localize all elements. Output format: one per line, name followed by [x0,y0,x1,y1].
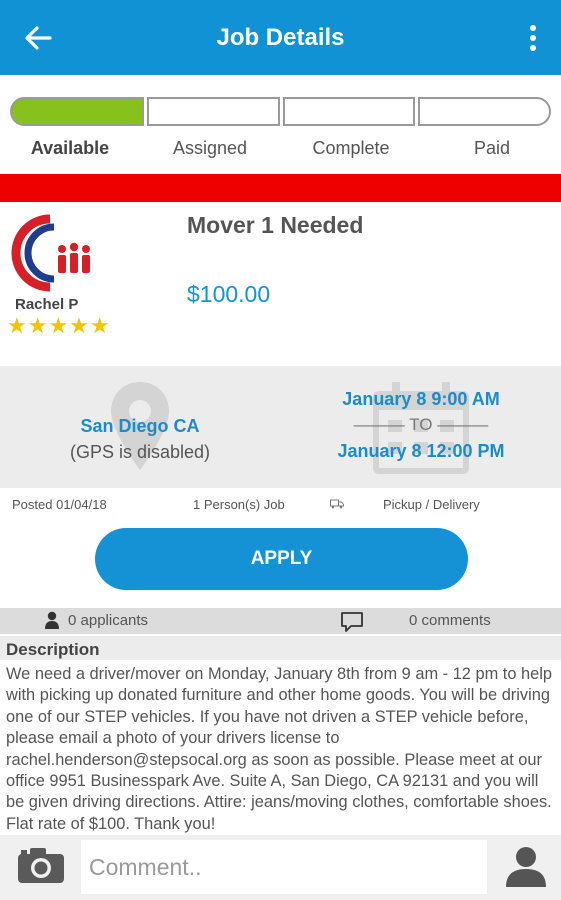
job-progress-tracker [10,97,551,127]
progress-step-paid [418,97,551,126]
job-type: Pickup / Delivery [383,497,480,512]
comment-input[interactable] [81,840,487,894]
progress-label-available: Available [30,138,110,158]
more-vert-icon[interactable] [523,22,543,54]
organization-logo[interactable] [10,213,102,293]
comments-count[interactable]: 0 comments [409,612,491,629]
poster-rating-stars: ★★★★★ [7,313,111,338]
posted-date: Posted 01/04/18 [12,497,107,512]
avatar-icon[interactable] [505,845,547,887]
persons-needed: 1 Person(s) Job [193,497,285,512]
camera-icon[interactable] [16,845,66,885]
status-alert-bar [0,174,561,202]
description-title: Description [6,640,100,659]
applicants-count[interactable]: 0 applicants [68,612,148,629]
job-title: Mover 1 Needed [187,212,364,238]
truck-icon [330,499,344,509]
job-start-time: January 8 9:00 AM [342,389,500,409]
progress-label-assigned: Assigned [172,138,248,158]
comment-icon [341,612,363,632]
person-icon [45,611,59,629]
progress-label-complete: Complete [312,138,390,158]
description-body: We need a driver/mover on Monday, Januar… [6,665,553,833]
apply-button[interactable]: APPLY [95,528,468,590]
progress-step-assigned [147,97,280,126]
progress-label-paid: Paid [473,138,511,158]
poster-name[interactable]: Rachel P [15,296,78,313]
job-location-city[interactable]: San Diego CA [0,416,280,437]
progress-step-complete [283,97,415,126]
job-end-time: January 8 12:00 PM [337,441,505,461]
date-range-separator: ——— TO ——— [353,415,489,434]
progress-step-available [10,97,144,126]
gps-status: (GPS is disabled) [69,442,211,462]
page-title: Job Details [216,24,345,51]
app-bar: Job Details [0,0,561,75]
job-pay: $100.00 [187,281,271,307]
